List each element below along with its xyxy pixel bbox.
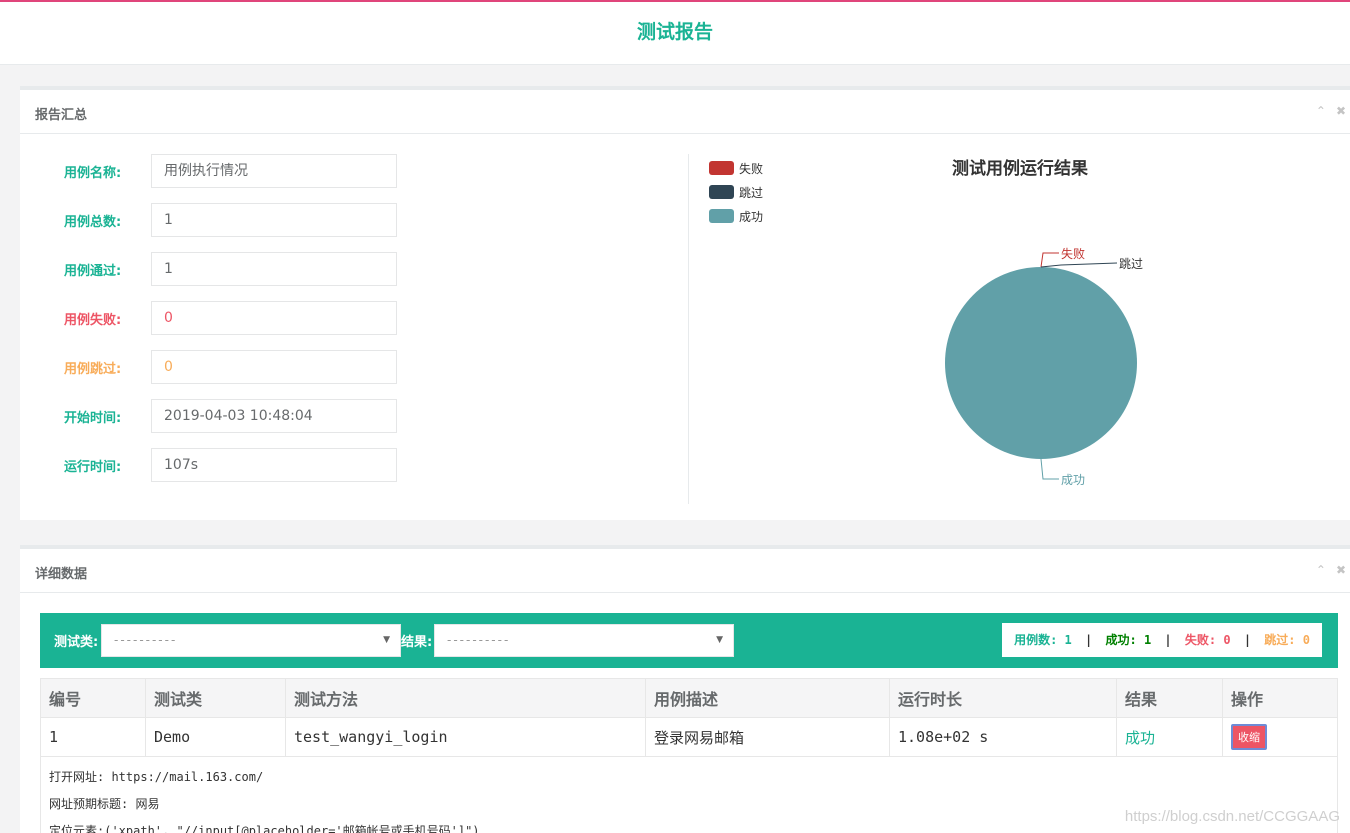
cell-result: 成功 bbox=[1116, 717, 1223, 757]
collapse-button[interactable]: 收缩 bbox=[1231, 724, 1267, 750]
field-fail: 用例失败: 0 bbox=[64, 301, 397, 335]
field-label: 运行时间: bbox=[64, 459, 122, 475]
pass-input[interactable]: 1 bbox=[151, 252, 397, 286]
result-filter-label: 结果: bbox=[401, 635, 433, 650]
legend-label: 跳过 bbox=[739, 185, 764, 200]
pie-label-line bbox=[1040, 458, 1059, 480]
column-header[interactable]: 运行时长 bbox=[889, 678, 1117, 718]
chart-title: 测试用例运行结果 bbox=[952, 159, 1088, 179]
class-filter-select[interactable]: ---------- ▼ bbox=[101, 624, 401, 657]
table-header-row: 编号 测试类 测试方法 用例描述 运行时长 结果 操作 bbox=[40, 678, 1338, 718]
close-icon[interactable]: ✖ bbox=[1336, 104, 1346, 118]
pie-label: 失败 bbox=[1061, 246, 1085, 261]
total-input[interactable]: 1 bbox=[151, 203, 397, 237]
column-header[interactable]: 测试类 bbox=[145, 678, 286, 718]
page-title: 测试报告 bbox=[636, 21, 713, 43]
log-line: 打开网址: https://mail.163.com/ bbox=[49, 770, 264, 784]
column-header[interactable]: 操作 bbox=[1222, 678, 1338, 718]
fail-input[interactable]: 0 bbox=[151, 301, 397, 335]
stat-sep: | bbox=[1164, 633, 1172, 647]
pie-label: 成功 bbox=[1061, 473, 1085, 487]
field-label: 开始时间: bbox=[64, 410, 122, 426]
field-label: 用例名称: bbox=[64, 165, 122, 181]
cell-duration: 1.08e+02 s bbox=[889, 717, 1117, 757]
pie-label-line bbox=[1040, 252, 1059, 268]
start-time-input[interactable]: 2019-04-03 10:48:04 bbox=[151, 399, 397, 433]
field-label: 用例跳过: bbox=[64, 361, 122, 377]
page-header: 测试报告 bbox=[0, 2, 1350, 65]
panel-tools: ⌃ ✖ bbox=[1316, 104, 1346, 118]
stat-sep: | bbox=[1243, 633, 1252, 647]
column-header[interactable]: 用例描述 bbox=[645, 678, 890, 718]
skip-input[interactable]: 0 bbox=[151, 350, 397, 384]
pie-slice[interactable] bbox=[945, 267, 1137, 459]
run-time-input[interactable]: 107s bbox=[151, 448, 397, 482]
stat-pass-value: 1 bbox=[1143, 633, 1152, 647]
legend-swatch bbox=[709, 209, 734, 223]
case-name-input[interactable]: 用例执行情况 bbox=[151, 154, 397, 188]
legend-item[interactable]: 成功 bbox=[709, 204, 763, 228]
cell-desc: 登录网易邮箱 bbox=[645, 717, 890, 757]
table-row[interactable]: 1 Demo test_wangyi_login 登录网易邮箱 1.08e+02… bbox=[40, 717, 1338, 757]
legend-label: 失败 bbox=[739, 161, 764, 176]
stat-skip-value: 0 bbox=[1302, 633, 1310, 647]
class-filter-label: 测试类: bbox=[54, 635, 99, 650]
caret-down-icon: ▼ bbox=[716, 635, 723, 645]
close-icon[interactable]: ✖ bbox=[1336, 563, 1346, 577]
stat-fail-value: 0 bbox=[1223, 633, 1231, 647]
result-filter-value: ---------- bbox=[447, 633, 511, 647]
field-skip: 用例跳过: 0 bbox=[64, 350, 397, 384]
detail-panel-title: 详细数据 bbox=[35, 567, 88, 582]
stat-total-value: 1 bbox=[1064, 633, 1072, 647]
field-label: 用例通过: bbox=[64, 263, 122, 279]
field-start-time: 开始时间: 2019-04-03 10:48:04 bbox=[64, 399, 397, 433]
cell-class: Demo bbox=[145, 717, 286, 757]
detail-panel-header: 详细数据 ⌃ ✖ bbox=[20, 549, 1350, 593]
column-header[interactable]: 编号 bbox=[40, 678, 146, 718]
legend-swatch bbox=[709, 185, 734, 199]
stats-summary: 用例数: 1 | 成功: 1 | 失败: 0 | 跳过: 0 bbox=[1002, 623, 1322, 657]
chevron-up-icon[interactable]: ⌃ bbox=[1316, 563, 1326, 577]
pie-label-line bbox=[1040, 262, 1118, 268]
stat-pass-label: 成功: bbox=[1105, 633, 1137, 647]
legend-item[interactable]: 失败 bbox=[709, 156, 763, 180]
detail-table: 编号 测试类 测试方法 用例描述 运行时长 结果 操作 1 Demo test_… bbox=[40, 678, 1338, 757]
field-case-name: 用例名称: 用例执行情况 bbox=[64, 154, 397, 188]
result-filter-select[interactable]: ---------- ▼ bbox=[434, 624, 734, 657]
stat-fail-label: 失败: bbox=[1184, 633, 1217, 647]
field-pass: 用例通过: 1 bbox=[64, 252, 397, 286]
detail-panel: 详细数据 ⌃ ✖ 测试类: ---------- ▼ 结果: ---------… bbox=[20, 545, 1350, 833]
summary-panel: 报告汇总 ⌃ ✖ 用例名称: 用例执行情况 用例总数: 1 用例通过: 1 用例… bbox=[20, 86, 1350, 520]
panel-tools: ⌃ ✖ bbox=[1316, 563, 1346, 577]
cell-method: test_wangyi_login bbox=[285, 717, 646, 757]
pie-label: 跳过 bbox=[1119, 257, 1143, 271]
field-run-time: 运行时间: 107s bbox=[64, 448, 397, 482]
watermark: https://blog.csdn.net/CCGGAAG bbox=[1124, 808, 1340, 825]
field-total: 用例总数: 1 bbox=[64, 203, 397, 237]
pie-chart: 失败跳过成功 bbox=[945, 246, 1143, 487]
field-label: 用例总数: bbox=[64, 214, 122, 230]
legend-swatch bbox=[709, 161, 734, 175]
cell-action: 收缩 bbox=[1222, 717, 1338, 757]
stat-skip-label: 跳过: bbox=[1264, 633, 1296, 647]
caret-down-icon: ▼ bbox=[383, 635, 390, 645]
filter-bar: 测试类: ---------- ▼ 结果: ---------- ▼ 用例数: … bbox=[40, 613, 1338, 668]
chevron-up-icon[interactable]: ⌃ bbox=[1316, 104, 1326, 118]
cell-id: 1 bbox=[40, 717, 146, 757]
column-header[interactable]: 结果 bbox=[1116, 678, 1223, 718]
summary-panel-header: 报告汇总 ⌃ ✖ bbox=[20, 90, 1350, 134]
summary-panel-title: 报告汇总 bbox=[35, 108, 88, 123]
legend-label: 成功 bbox=[739, 209, 764, 224]
stat-sep: | bbox=[1085, 633, 1093, 647]
field-label: 用例失败: bbox=[64, 312, 122, 328]
divider bbox=[688, 154, 689, 504]
stat-total-label: 用例数: bbox=[1014, 633, 1058, 647]
chart-legend: 失败 跳过 成功 bbox=[709, 156, 763, 228]
class-filter-value: ---------- bbox=[114, 633, 178, 647]
column-header[interactable]: 测试方法 bbox=[285, 678, 646, 718]
legend-item[interactable]: 跳过 bbox=[709, 180, 763, 204]
